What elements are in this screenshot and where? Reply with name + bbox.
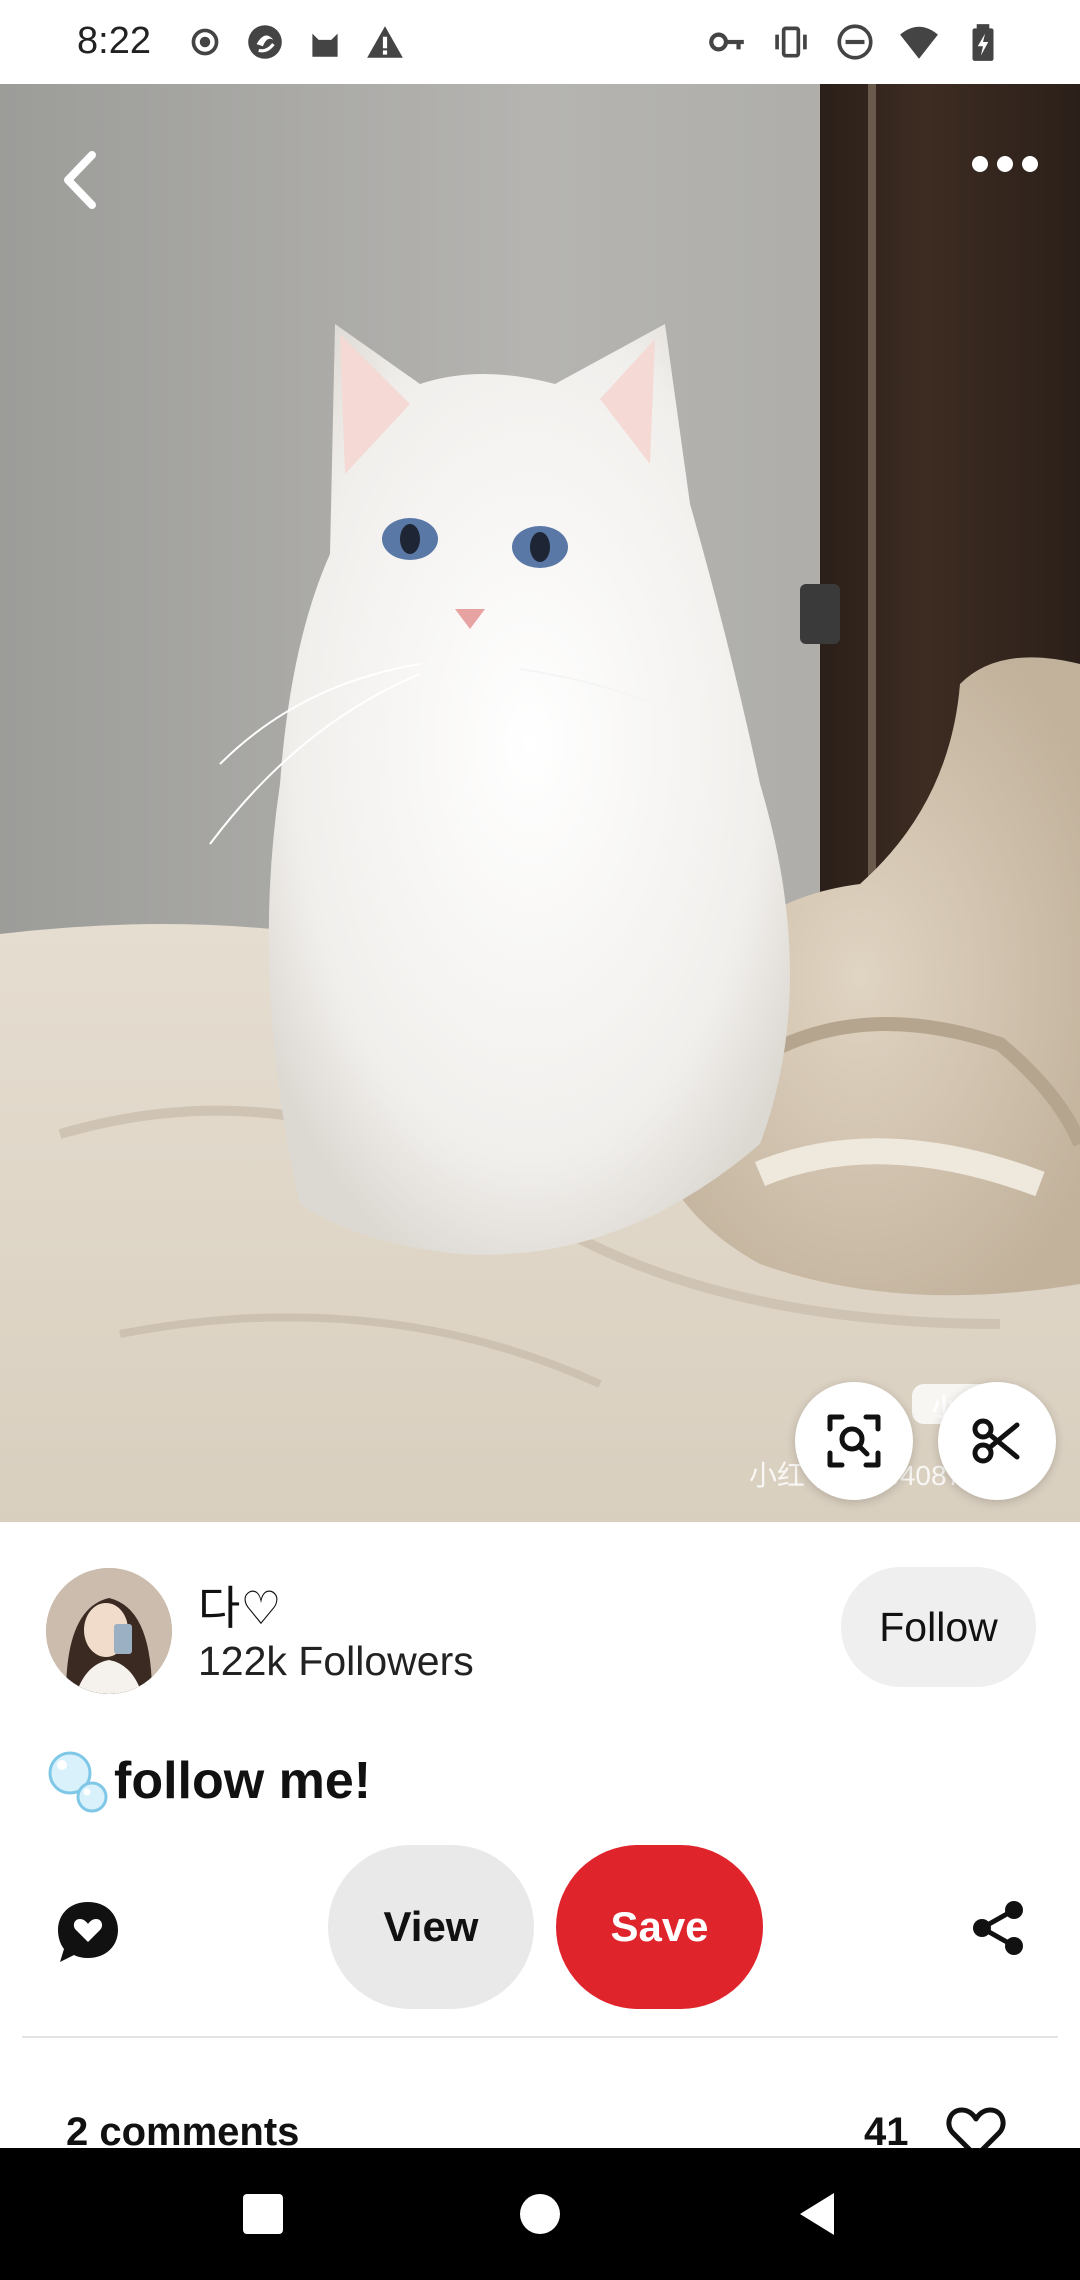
do-not-disturb-icon xyxy=(837,24,873,60)
profile-name[interactable]: 다♡ xyxy=(198,1572,282,1638)
vpn-key-icon xyxy=(709,32,744,52)
recents-icon xyxy=(243,2194,283,2234)
avatar-image xyxy=(46,1568,172,1694)
view-button[interactable]: View xyxy=(328,1845,534,2009)
nav-back-button[interactable] xyxy=(757,2148,877,2280)
nav-back-icon xyxy=(800,2193,834,2235)
bubbles-icon xyxy=(48,1751,108,1813)
share-icon xyxy=(973,1901,1023,1955)
comment-button[interactable] xyxy=(52,1896,124,1968)
battery-charging-icon xyxy=(972,24,994,61)
save-button[interactable]: Save xyxy=(556,1845,763,2009)
warning-icon xyxy=(367,26,403,58)
avatar[interactable] xyxy=(46,1568,172,1694)
visual-search-button[interactable] xyxy=(795,1382,913,1500)
record-icon xyxy=(191,28,219,56)
share-button[interactable] xyxy=(968,1898,1028,1958)
wifi-icon xyxy=(900,26,938,59)
status-right-icons xyxy=(706,18,1004,66)
cutout-button[interactable] xyxy=(938,1382,1056,1500)
more-icon xyxy=(972,156,1038,172)
app-icon xyxy=(248,25,282,59)
navigation-bar xyxy=(0,2148,1080,2280)
scissors-icon xyxy=(972,1418,1020,1464)
status-left-icons xyxy=(184,18,406,66)
status-bar: 8:22 xyxy=(0,0,1080,84)
divider xyxy=(22,2036,1058,2038)
follower-count: 122k Followers xyxy=(198,1638,474,1684)
cat-photo xyxy=(0,84,1080,1522)
more-options-button[interactable] xyxy=(960,132,1050,196)
status-time: 8:22 xyxy=(77,20,151,62)
pin-title: follow me! xyxy=(44,1746,371,1816)
back-icon xyxy=(64,151,96,209)
home-icon xyxy=(520,2194,560,2234)
vibrate-icon xyxy=(775,26,807,58)
home-button[interactable] xyxy=(480,2148,600,2280)
pin-title-text: follow me! xyxy=(114,1752,372,1810)
recents-button[interactable] xyxy=(203,2148,323,2280)
comment-heart-icon xyxy=(58,1902,118,1962)
follow-button[interactable]: Follow xyxy=(841,1567,1036,1687)
cat-icon xyxy=(312,33,338,57)
visual-search-icon xyxy=(827,1414,881,1468)
back-button[interactable] xyxy=(46,140,114,220)
pin-image[interactable]: 小红书 小红书 ID: 9408760003 xyxy=(0,84,1080,1522)
